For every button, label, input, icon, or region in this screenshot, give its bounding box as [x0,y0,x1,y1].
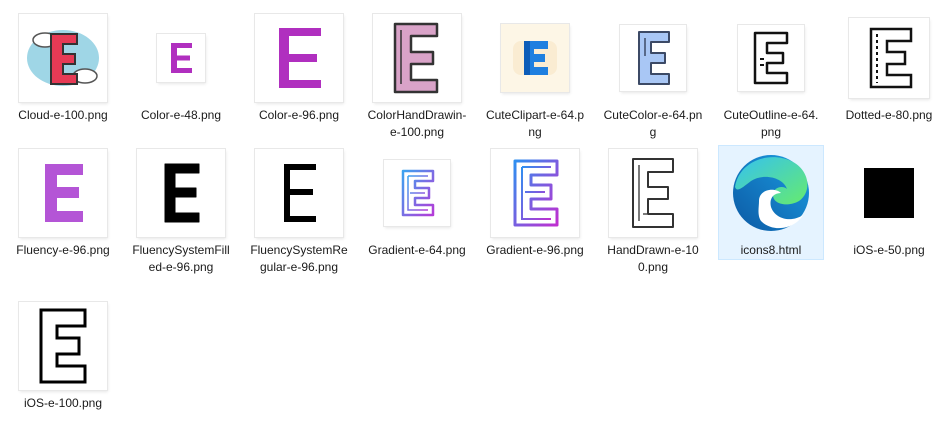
color-e-icon [255,14,343,102]
file-item-cutecolor-e-64[interactable]: CuteColor-e-64.png [600,10,706,142]
cute-clipart-e-icon [501,24,569,92]
file-item-fluencysystemfilled-e-96[interactable]: FluencySystemFilled-e-96.png [128,145,234,277]
cute-outline-e-icon [738,25,804,91]
file-name: Dotted-e-80.png [845,108,933,122]
file-name: FluencySystemRegular-e-96.png [250,243,348,274]
file-item-gradient-e-96[interactable]: Gradient-e-96.png [482,145,588,260]
file-item-fluency-e-96[interactable]: Fluency-e-96.png [10,145,116,260]
file-item-cuteoutline-e-64[interactable]: CuteOutline-e-64.png [718,10,824,142]
fluency-e-icon [19,149,107,237]
file-item-cloud-e-100[interactable]: Cloud-e-100.png [10,10,116,125]
file-item-cuteclipart-e-64[interactable]: CuteClipart-e-64.png [482,10,588,142]
gradient-e-icon [491,149,579,237]
file-name: Gradient-e-96.png [486,243,584,257]
edge-browser-icon [727,149,815,237]
file-name: iOS-e-100.png [23,396,103,410]
color-e-small-icon [157,34,205,82]
file-name: iOS-e-50.png [853,243,925,257]
file-name: Cloud-e-100.png [18,108,108,122]
file-item-color-e-96[interactable]: Color-e-96.png [246,10,352,125]
hand-drawn-e-icon [609,149,697,237]
file-name: Fluency-e-96.png [16,243,110,257]
file-item-ios-e-50[interactable]: iOS-e-50.png [836,145,942,260]
file-name: Color-e-48.png [140,108,222,122]
file-item-dotted-e-80[interactable]: Dotted-e-80.png [836,10,942,125]
cute-color-e-icon [620,25,686,91]
file-item-handdrawn-e-100[interactable]: HandDrawn-e-100.png [600,145,706,277]
fluency-system-filled-e-icon [137,149,225,237]
file-name: CuteOutline-e-64.png [723,108,819,139]
file-name: Color-e-96.png [258,108,340,122]
cloud-e-icon [19,14,107,102]
file-item-color-e-48[interactable]: Color-e-48.png [128,10,234,125]
file-item-icons8-html[interactable]: icons8.html [718,145,824,260]
file-item-fluencysystemregular-e-96[interactable]: FluencySystemRegular-e-96.png [246,145,352,277]
ios-e-small-icon [864,168,914,218]
dotted-e-icon [849,18,929,98]
color-hand-drawn-e-icon [373,14,461,102]
file-explorer-icon-view: { "files": [ {"name": "Cloud-e-100.png",… [0,0,948,425]
file-item-ios-e-100[interactable]: iOS-e-100.png [10,298,116,413]
file-name: CuteClipart-e-64.png [485,108,585,139]
file-name: ColorHandDrawin-e-100.png [367,108,467,139]
ios-e-icon [19,302,107,390]
gradient-e-small-icon [384,160,450,226]
file-name: Gradient-e-64.png [368,243,466,257]
file-item-gradient-e-64[interactable]: Gradient-e-64.png [364,145,470,260]
fluency-system-regular-e-icon [255,149,343,237]
file-name: FluencySystemFilled-e-96.png [132,243,230,274]
file-name: HandDrawn-e-100.png [607,243,699,274]
file-name: CuteColor-e-64.png [603,108,703,139]
file-item-colorhanddrawin-e-100[interactable]: ColorHandDrawin-e-100.png [364,10,470,142]
file-name: icons8.html [740,243,802,257]
